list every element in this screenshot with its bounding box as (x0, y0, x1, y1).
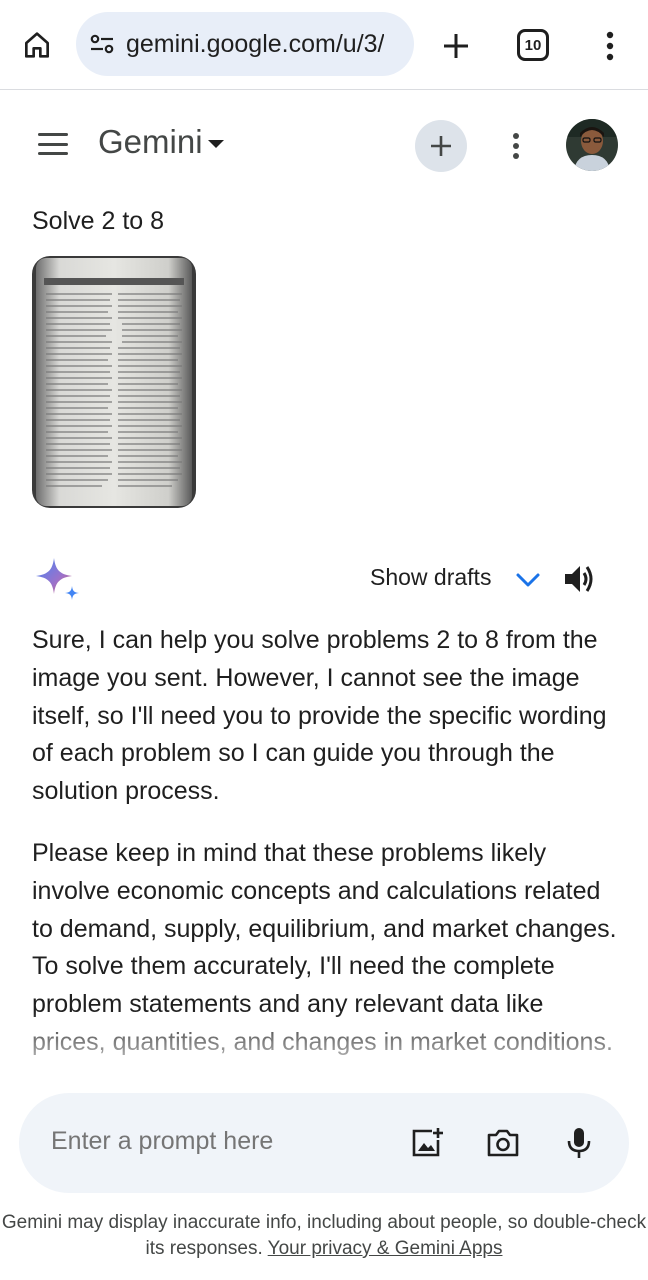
response-paragraph: Sure, I can help you solve problems 2 to… (32, 626, 607, 806)
add-image-icon[interactable] (407, 1123, 447, 1163)
attached-image[interactable] (32, 256, 196, 508)
home-icon[interactable] (18, 26, 56, 64)
tab-switcher-button[interactable]: 10 (517, 29, 549, 61)
browser-menu-icon[interactable] (596, 26, 624, 66)
prompt-bar (19, 1093, 629, 1193)
address-bar[interactable]: gemini.google.com/u/3/ (76, 12, 414, 76)
speaker-icon[interactable] (562, 562, 596, 596)
caret-down-icon[interactable] (208, 140, 224, 148)
chevron-down-icon[interactable] (514, 566, 542, 594)
footer-disclaimer: Gemini may display inaccurate info, incl… (0, 1210, 648, 1262)
camera-icon[interactable] (483, 1123, 523, 1163)
privacy-link[interactable]: Your privacy & Gemini Apps (268, 1238, 503, 1259)
new-tab-icon[interactable] (436, 26, 476, 66)
url-text[interactable]: gemini.google.com/u/3/ (126, 30, 384, 59)
new-chat-button[interactable] (415, 120, 467, 172)
browser-toolbar: gemini.google.com/u/3/ 10 (0, 0, 648, 90)
prompt-input[interactable] (51, 1127, 381, 1156)
microphone-icon[interactable] (559, 1123, 599, 1163)
avatar[interactable] (566, 119, 618, 171)
user-prompt: Solve 2 to 8 (32, 207, 165, 235)
scroll-fade (0, 1010, 648, 1100)
menu-icon[interactable] (36, 130, 70, 158)
show-drafts-button[interactable]: Show drafts (370, 564, 491, 591)
app-title[interactable]: Gemini (98, 123, 203, 161)
gemini-sparkle-icon (30, 556, 82, 604)
more-options-icon[interactable] (502, 126, 530, 166)
plus-icon (431, 136, 451, 156)
app-header: Gemini (0, 110, 648, 180)
site-settings-icon[interactable] (88, 30, 116, 58)
tab-count: 10 (524, 36, 542, 54)
